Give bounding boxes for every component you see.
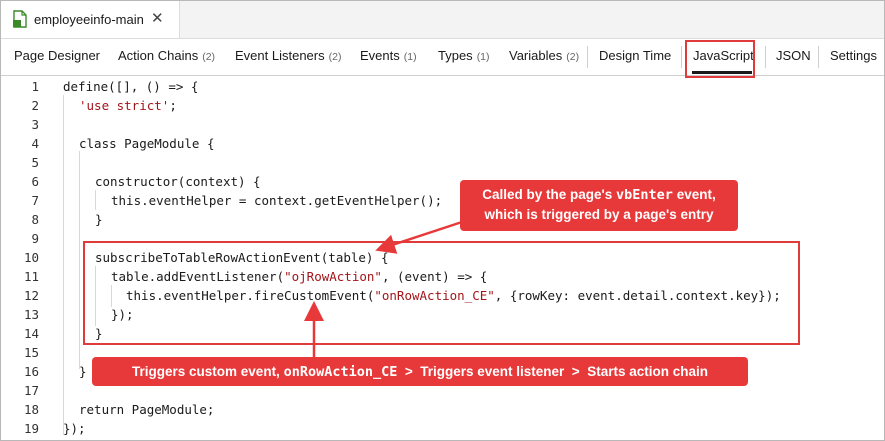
line-number: 1 — [31, 79, 39, 94]
line-number: 8 — [31, 212, 39, 227]
code-text: define([], () => { — [63, 79, 199, 94]
line-number: 16 — [23, 364, 39, 379]
file-tab-label: employeeinfo-main — [34, 12, 144, 27]
callout-text: Called by the page's — [482, 187, 617, 202]
tab-settings[interactable]: Settings — [830, 39, 877, 75]
callout-code: vbEnter — [616, 187, 673, 203]
tab-types[interactable]: Types (1) — [438, 39, 490, 75]
callout-text: Triggers custom event, — [132, 364, 284, 379]
code-text: } — [95, 212, 103, 227]
line-number: 5 — [31, 155, 39, 170]
code-keyword: class — [79, 136, 125, 151]
javascript-tab-highlight — [685, 40, 755, 78]
line-number: 13 — [23, 307, 39, 322]
line-number: 7 — [31, 193, 39, 208]
indent-guide — [95, 190, 96, 210]
tab-events[interactable]: Events (1) — [360, 39, 417, 75]
tab-label: JSON — [776, 48, 811, 63]
function-highlight-box — [83, 241, 800, 345]
tab-event-listeners[interactable]: Event Listeners (2) — [235, 39, 341, 75]
code-text: PageModule — [124, 136, 200, 151]
code-text: { — [199, 136, 215, 151]
code-text: return PageModule; — [79, 402, 215, 417]
code-line-19: }); — [63, 421, 86, 436]
tab-divider — [587, 46, 588, 68]
code-line-7: this.eventHelper = context.getEventHelpe… — [111, 193, 442, 208]
tab-label: Events — [360, 48, 400, 63]
code-line-1: define([], () => { — [63, 79, 198, 94]
line-number: 15 — [23, 345, 39, 360]
callout-vbenter: Called by the page's vbEnter event, whic… — [460, 180, 738, 231]
code-line-6: constructor(context) { — [95, 174, 261, 189]
line-number: 14 — [23, 326, 39, 341]
indent-guide — [79, 151, 80, 369]
line-number: 2 — [31, 98, 39, 113]
tab-count: (2) — [566, 51, 580, 63]
file-tab-employeeinfo-main[interactable]: employeeinfo-main ✕ — [1, 1, 180, 38]
line-number: 17 — [23, 383, 39, 398]
callout-code: onRowAction_CE — [283, 364, 398, 380]
page-file-icon — [13, 10, 27, 28]
tab-count: (2) — [328, 51, 342, 63]
close-icon[interactable]: ✕ — [151, 9, 164, 27]
tab-page-designer[interactable]: Page Designer — [14, 39, 100, 75]
tab-divider — [818, 46, 819, 68]
tab-divider — [681, 46, 682, 68]
line-number: 11 — [23, 269, 39, 284]
tab-count: (1) — [476, 51, 490, 63]
callout-line: Called by the page's vbEnter event, — [460, 185, 738, 205]
line-number: 6 — [31, 174, 39, 189]
tab-label: Settings — [830, 48, 877, 63]
indent-guide — [63, 95, 64, 435]
code-text: } — [79, 364, 87, 379]
code-line-4: class PageModule { — [79, 136, 214, 151]
line-number: 10 — [23, 250, 39, 265]
tab-action-chains[interactable]: Action Chains (2) — [118, 39, 215, 75]
line-number: 3 — [31, 117, 39, 132]
code-text: ; — [169, 98, 177, 113]
tab-label: Action Chains — [118, 48, 199, 63]
callout-line: which is triggered by a page's entry — [484, 207, 714, 222]
line-number: 12 — [23, 288, 39, 303]
code-text: this.eventHelper = context.getEventHelpe… — [111, 193, 443, 208]
code-line-8: } — [95, 212, 103, 227]
tab-label: Page Designer — [14, 48, 100, 63]
code-keyword: constructor — [95, 174, 178, 189]
tab-count: (2) — [202, 51, 216, 63]
callout-custom-event: Triggers custom event, onRowAction_CE > … — [92, 357, 748, 386]
callout-text: event, — [672, 187, 716, 202]
file-tab-strip: employeeinfo-main ✕ — [1, 1, 884, 39]
code-line-16: } — [79, 364, 87, 379]
callout-text: > Triggers event listener > Starts actio… — [397, 364, 708, 379]
line-number: 18 — [23, 402, 39, 417]
tab-label: Variables — [509, 48, 563, 63]
tab-label: Event Listeners — [235, 48, 325, 63]
tab-variables[interactable]: Variables (2) — [509, 39, 579, 75]
code-text: (context) { — [177, 174, 261, 189]
code-string: 'use strict' — [79, 98, 170, 113]
tab-count: (1) — [403, 51, 417, 63]
tab-label: Design Time — [599, 48, 672, 63]
tab-json[interactable]: JSON — [776, 39, 811, 75]
tab-design-time[interactable]: Design Time — [599, 39, 671, 75]
tab-divider — [765, 46, 766, 68]
code-line-18: return PageModule; — [79, 402, 214, 417]
code-text: }); — [63, 421, 86, 436]
line-number: 4 — [31, 136, 39, 151]
tab-label: Types — [438, 48, 473, 63]
line-number: 19 — [23, 421, 39, 436]
code-line-2: 'use strict'; — [79, 98, 177, 113]
line-number: 9 — [31, 231, 39, 246]
